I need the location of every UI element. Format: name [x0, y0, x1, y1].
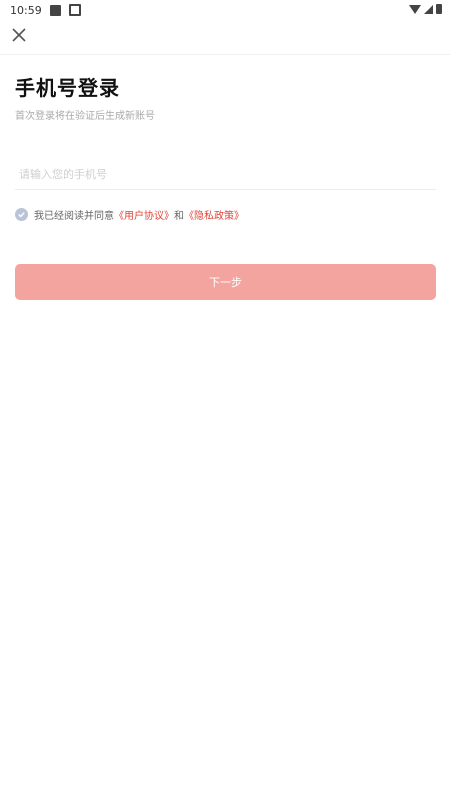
phone-input[interactable]	[15, 160, 436, 190]
agreement-checkbox[interactable]	[15, 208, 28, 221]
battery-icon	[436, 4, 442, 14]
close-icon	[12, 28, 26, 42]
agreement-and: 和	[174, 211, 184, 222]
privacy-policy-link[interactable]: 《隐私政策》	[184, 207, 244, 222]
page-title: 手机号登录	[15, 76, 120, 100]
status-bar: 10:59	[0, 0, 450, 20]
status-indicators	[409, 4, 442, 14]
wifi-icon	[409, 4, 421, 14]
signal-icon	[424, 4, 433, 14]
top-bar	[0, 20, 450, 55]
agreement-prefix: 我已经阅读并同意	[34, 211, 114, 222]
page-subtitle: 首次登录将在验证后生成新账号	[15, 111, 155, 122]
app-notification-icon	[68, 4, 81, 16]
notification-icon	[49, 4, 61, 16]
user-agreement-link[interactable]: 《用户协议》	[114, 207, 174, 222]
check-icon	[18, 212, 25, 218]
status-time: 10:59	[10, 3, 42, 17]
agreement-row: 我已经阅读并同意 《用户协议》 和 《隐私政策》	[15, 207, 244, 222]
close-button[interactable]	[10, 26, 28, 44]
next-button[interactable]: 下一步	[15, 264, 436, 300]
